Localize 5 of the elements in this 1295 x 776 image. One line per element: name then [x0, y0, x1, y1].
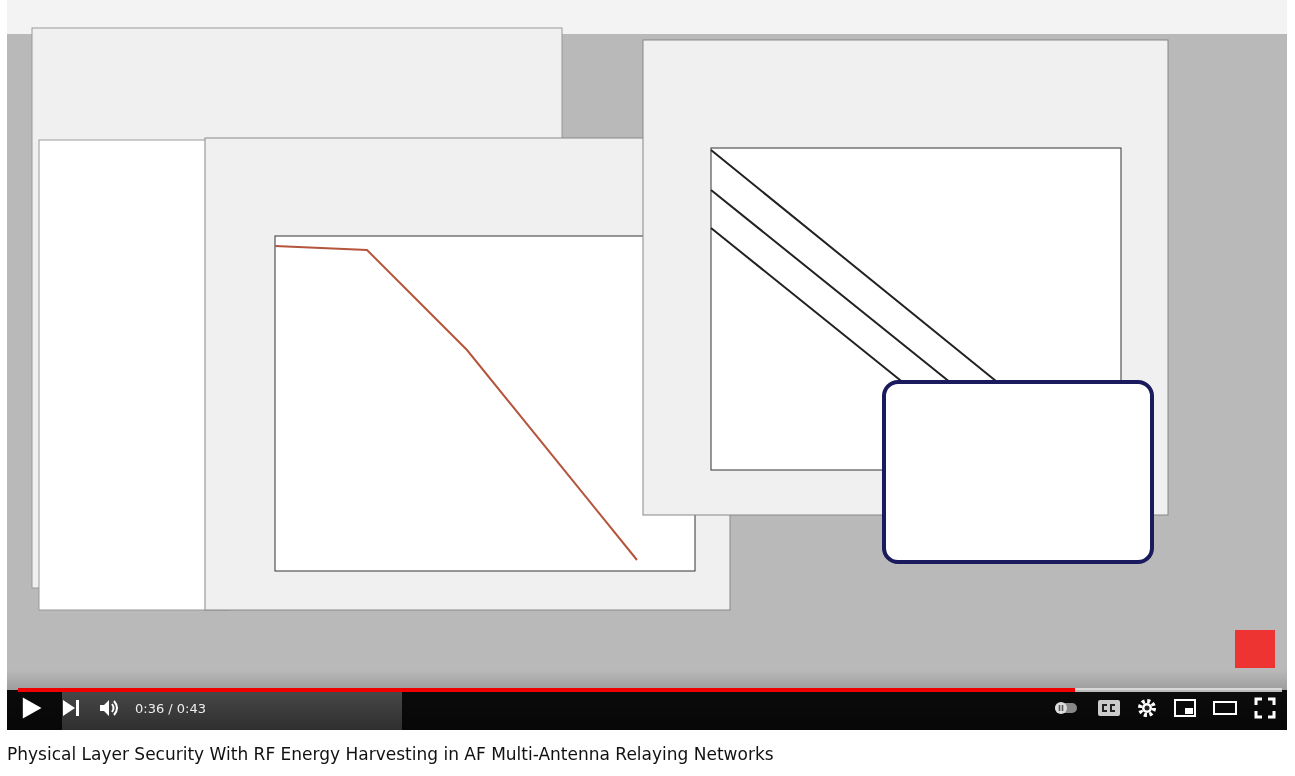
miniplayer-icon[interactable] [1173, 696, 1197, 720]
settings-icon[interactable] [1135, 696, 1159, 720]
time-display: 0:36 / 0:43 [135, 700, 207, 716]
fullscreen-icon[interactable] [1253, 696, 1277, 720]
video-title: Physical Layer Security With RF Energy Harvesting in AF Multi-Antenna Relaying Networks [7, 744, 774, 764]
